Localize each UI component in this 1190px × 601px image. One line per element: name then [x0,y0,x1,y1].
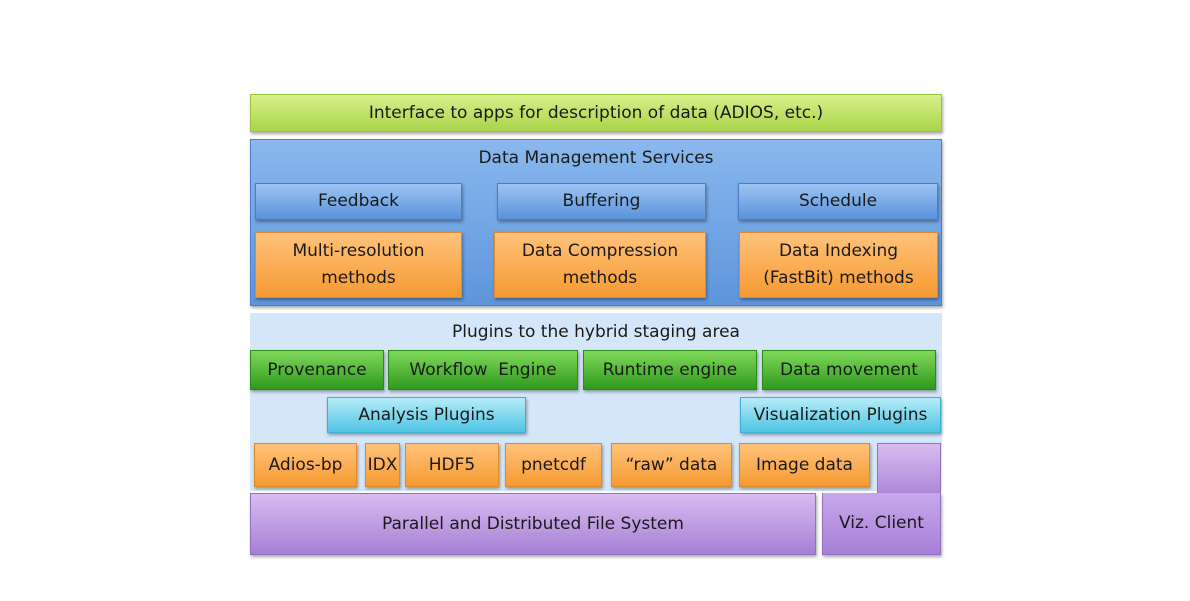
label: Data movement [780,359,918,380]
data-compression-box: Data Compression methods [494,232,706,298]
data-movement-box: Data movement [762,350,936,390]
label: Visualization Plugins [753,404,928,425]
label: Image data [756,454,853,475]
format-pnetcdf: pnetcdf [505,443,602,487]
workflow-engine-box: Workflow Engine [388,350,578,390]
label: methods [321,268,396,288]
label: Analysis Plugins [358,404,495,425]
label: methods [562,268,638,288]
format-hdf5: HDF5 [405,443,499,487]
file-system-box: Parallel and Distributed File System [250,493,816,555]
buffering-box: Buffering [497,183,706,220]
data-indexing-box: Data Indexing (FastBit) methods [739,232,938,298]
viz-client-box: Viz. Client [822,493,941,555]
runtime-engine-box: Runtime engine [583,350,757,390]
label: HDF5 [428,454,476,475]
label: Parallel and Distributed File System [382,513,684,534]
label: Provenance [267,359,367,380]
format-adios-bp: Adios-bp [254,443,357,487]
analysis-plugins-box: Analysis Plugins [327,397,526,433]
interface-layer: Interface to apps for description of dat… [250,94,942,132]
format-idx: IDX [365,443,400,487]
schedule-box: Schedule [738,183,938,220]
interface-label: Interface to apps for description of dat… [368,102,824,123]
label: Viz. Client [839,513,924,533]
format-image-data: Image data [739,443,870,487]
label: “raw” data [625,454,718,475]
label: Schedule [798,191,878,211]
provenance-box: Provenance [250,350,384,390]
plugins-title: Plugins to the hybrid staging area [452,322,740,342]
label: Feedback [318,191,399,211]
label: Runtime engine [602,359,738,380]
visualization-plugins-box: Visualization Plugins [740,397,941,433]
label: IDX [367,454,398,475]
feedback-box: Feedback [255,183,462,220]
label: (FastBit) methods [763,268,914,288]
label: pnetcdf [521,454,586,475]
label: Data Compression [521,241,679,261]
label: Adios-bp [268,454,343,475]
label: Data Indexing [778,241,899,261]
label: Workflow Engine [409,359,557,380]
multi-resolution-box: Multi-resolution methods [255,232,462,298]
dms-title: Data Management Services [478,148,714,168]
format-raw-data: “raw” data [611,443,732,487]
label: Multi-resolution [292,241,425,261]
label: Buffering [562,191,641,211]
